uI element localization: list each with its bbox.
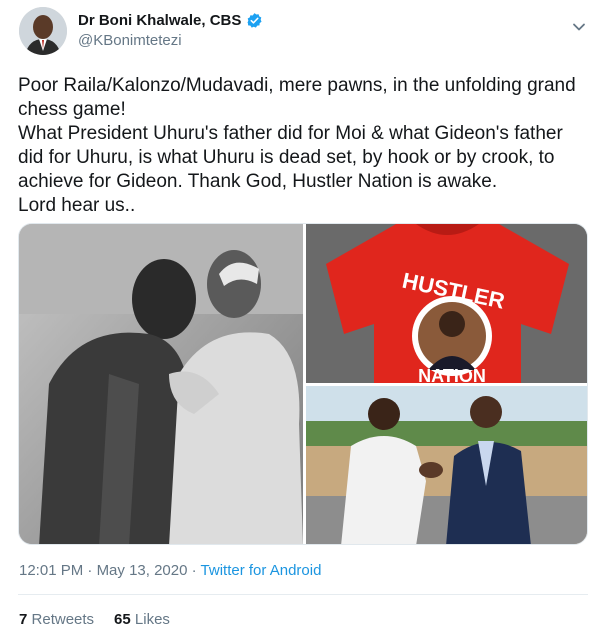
tweet-card: Dr Boni Khalwale, CBS @KBonimtetezi Poor…	[0, 0, 598, 640]
author-handle[interactable]: @KBonimtetezi	[78, 32, 182, 49]
author-name-row: Dr Boni Khalwale, CBS	[78, 12, 263, 29]
retweets-count: 7	[19, 611, 28, 628]
tweet-source-link[interactable]: Twitter for Android	[201, 562, 322, 579]
media-grid: HUSTLER NATION	[18, 223, 588, 545]
verified-badge-icon	[246, 12, 263, 29]
photo-handshake[interactable]	[306, 386, 587, 544]
engagement-stats: 7 Retweets 65 Likes	[19, 611, 170, 628]
tweet-date[interactable]: May 13, 2020	[97, 562, 188, 579]
photo-embrace[interactable]	[19, 224, 303, 544]
retweets-label: Retweets	[31, 611, 95, 628]
likes-label: Likes	[134, 611, 170, 628]
shirt-bottom-text: NATION	[418, 366, 486, 383]
avatar[interactable]	[19, 7, 67, 55]
tweet-time[interactable]: 12:01 PM	[19, 562, 83, 579]
divider	[18, 594, 588, 595]
tweet-text: Poor Raila/Kalonzo/Mudavadi, mere pawns,…	[18, 75, 576, 216]
separator-dot: ·	[191, 562, 197, 579]
retweets-stat[interactable]: 7 Retweets	[19, 611, 94, 628]
timestamp-row: 12:01 PM · May 13, 2020 · Twitter for An…	[19, 562, 321, 579]
likes-stat[interactable]: 65 Likes	[114, 611, 170, 628]
separator-dot: ·	[87, 562, 93, 579]
photo-hustler-shirt[interactable]: HUSTLER NATION	[306, 224, 587, 383]
likes-count: 65	[114, 611, 131, 628]
author-display-name[interactable]: Dr Boni Khalwale, CBS	[78, 12, 241, 29]
chevron-down-icon[interactable]	[570, 18, 588, 36]
